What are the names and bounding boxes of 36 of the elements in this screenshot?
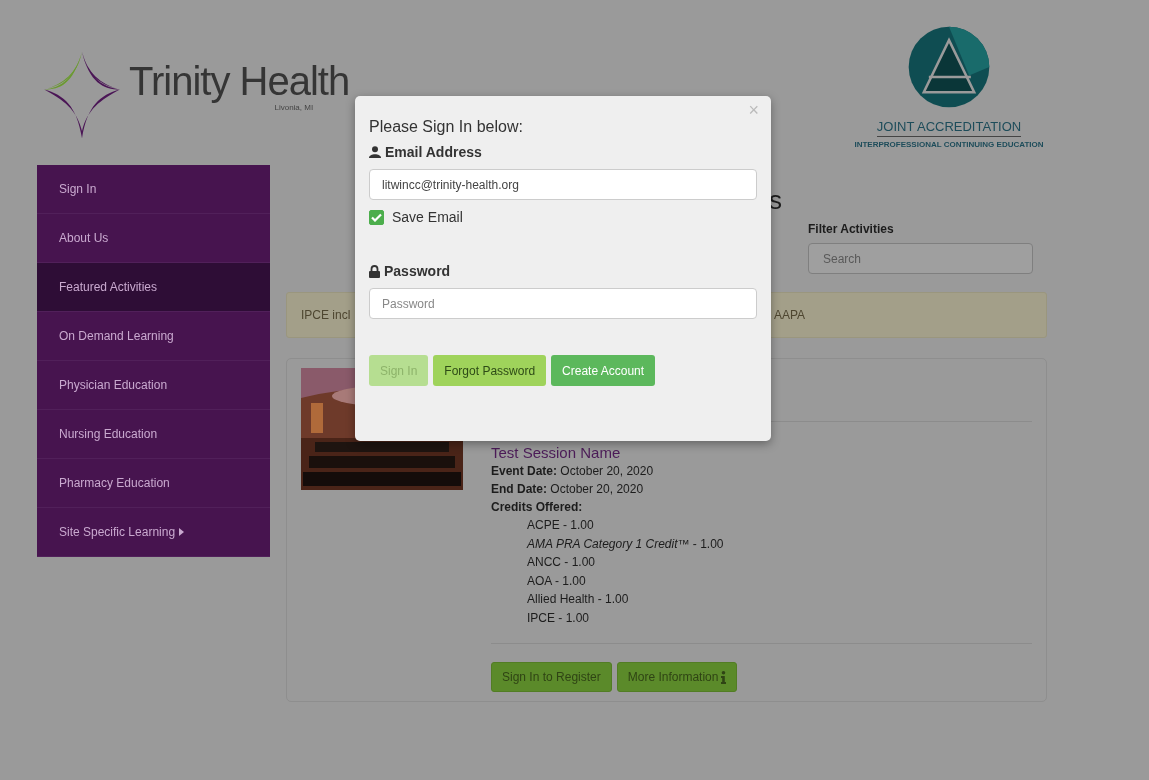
credit-line: ACPE - 1.00	[526, 517, 595, 534]
save-email-label: Save Email	[392, 209, 463, 225]
activity-detail: Credits Offered:	[491, 499, 584, 516]
activity-detail: Event Date: October 20, 2020	[491, 463, 655, 480]
activity-detail: End Date: October 20, 2020	[491, 481, 645, 498]
sidebar-item[interactable]: Site Specific Learning	[37, 508, 270, 557]
filter-label: Filter Activities	[808, 222, 895, 236]
credit-line: AOA - 1.00	[526, 572, 587, 590]
email-label: Email Address	[385, 144, 482, 160]
accreditation-title: JOINT ACCREDITATION	[876, 119, 1022, 137]
dialog-button[interactable]: Forgot Password	[433, 355, 547, 386]
search-field[interactable]: Search	[808, 243, 1033, 274]
credit-line: IPCE - 1.00	[526, 609, 591, 627]
sidebar-item[interactable]: Physician Education	[37, 361, 270, 410]
sidebar-item[interactable]: Nursing Education	[37, 410, 270, 459]
sidebar-item[interactable]: Featured Activities	[37, 263, 270, 312]
sidebar-item[interactable]: On Demand Learning	[37, 312, 270, 361]
alert-text: AAPA	[774, 308, 806, 322]
password-label: Password	[384, 263, 451, 279]
logo-location: Livonia, MI	[274, 103, 314, 112]
credit-line: AMA PRA Category 1 Credit™ - 1.00	[525, 535, 725, 553]
password-field[interactable]: Password	[369, 288, 757, 319]
alert-text: IPCE incl	[301, 308, 352, 322]
sidebar-item[interactable]: Sign In	[37, 165, 270, 214]
triangle-circle-logo-icon	[907, 25, 991, 109]
email-field[interactable]: litwincc@trinity-health.org	[369, 169, 757, 200]
accreditation-subtitle: INTERPROFESSIONAL CONTINUING EDUCATION	[854, 140, 1044, 149]
logo-text: Trinity Health	[129, 59, 350, 103]
user-icon	[369, 146, 381, 158]
credit-line: ANCC - 1.00	[526, 554, 597, 571]
sidebar-item[interactable]: Pharmacy Education	[37, 459, 270, 508]
dialog-title: Please Sign In below:	[369, 118, 524, 136]
credit-line: Allied Health - 1.00	[526, 591, 630, 608]
activity-title[interactable]: Test Session Name	[491, 444, 1032, 461]
lock-icon	[369, 264, 380, 278]
save-email-checkbox[interactable]	[369, 209, 384, 225]
